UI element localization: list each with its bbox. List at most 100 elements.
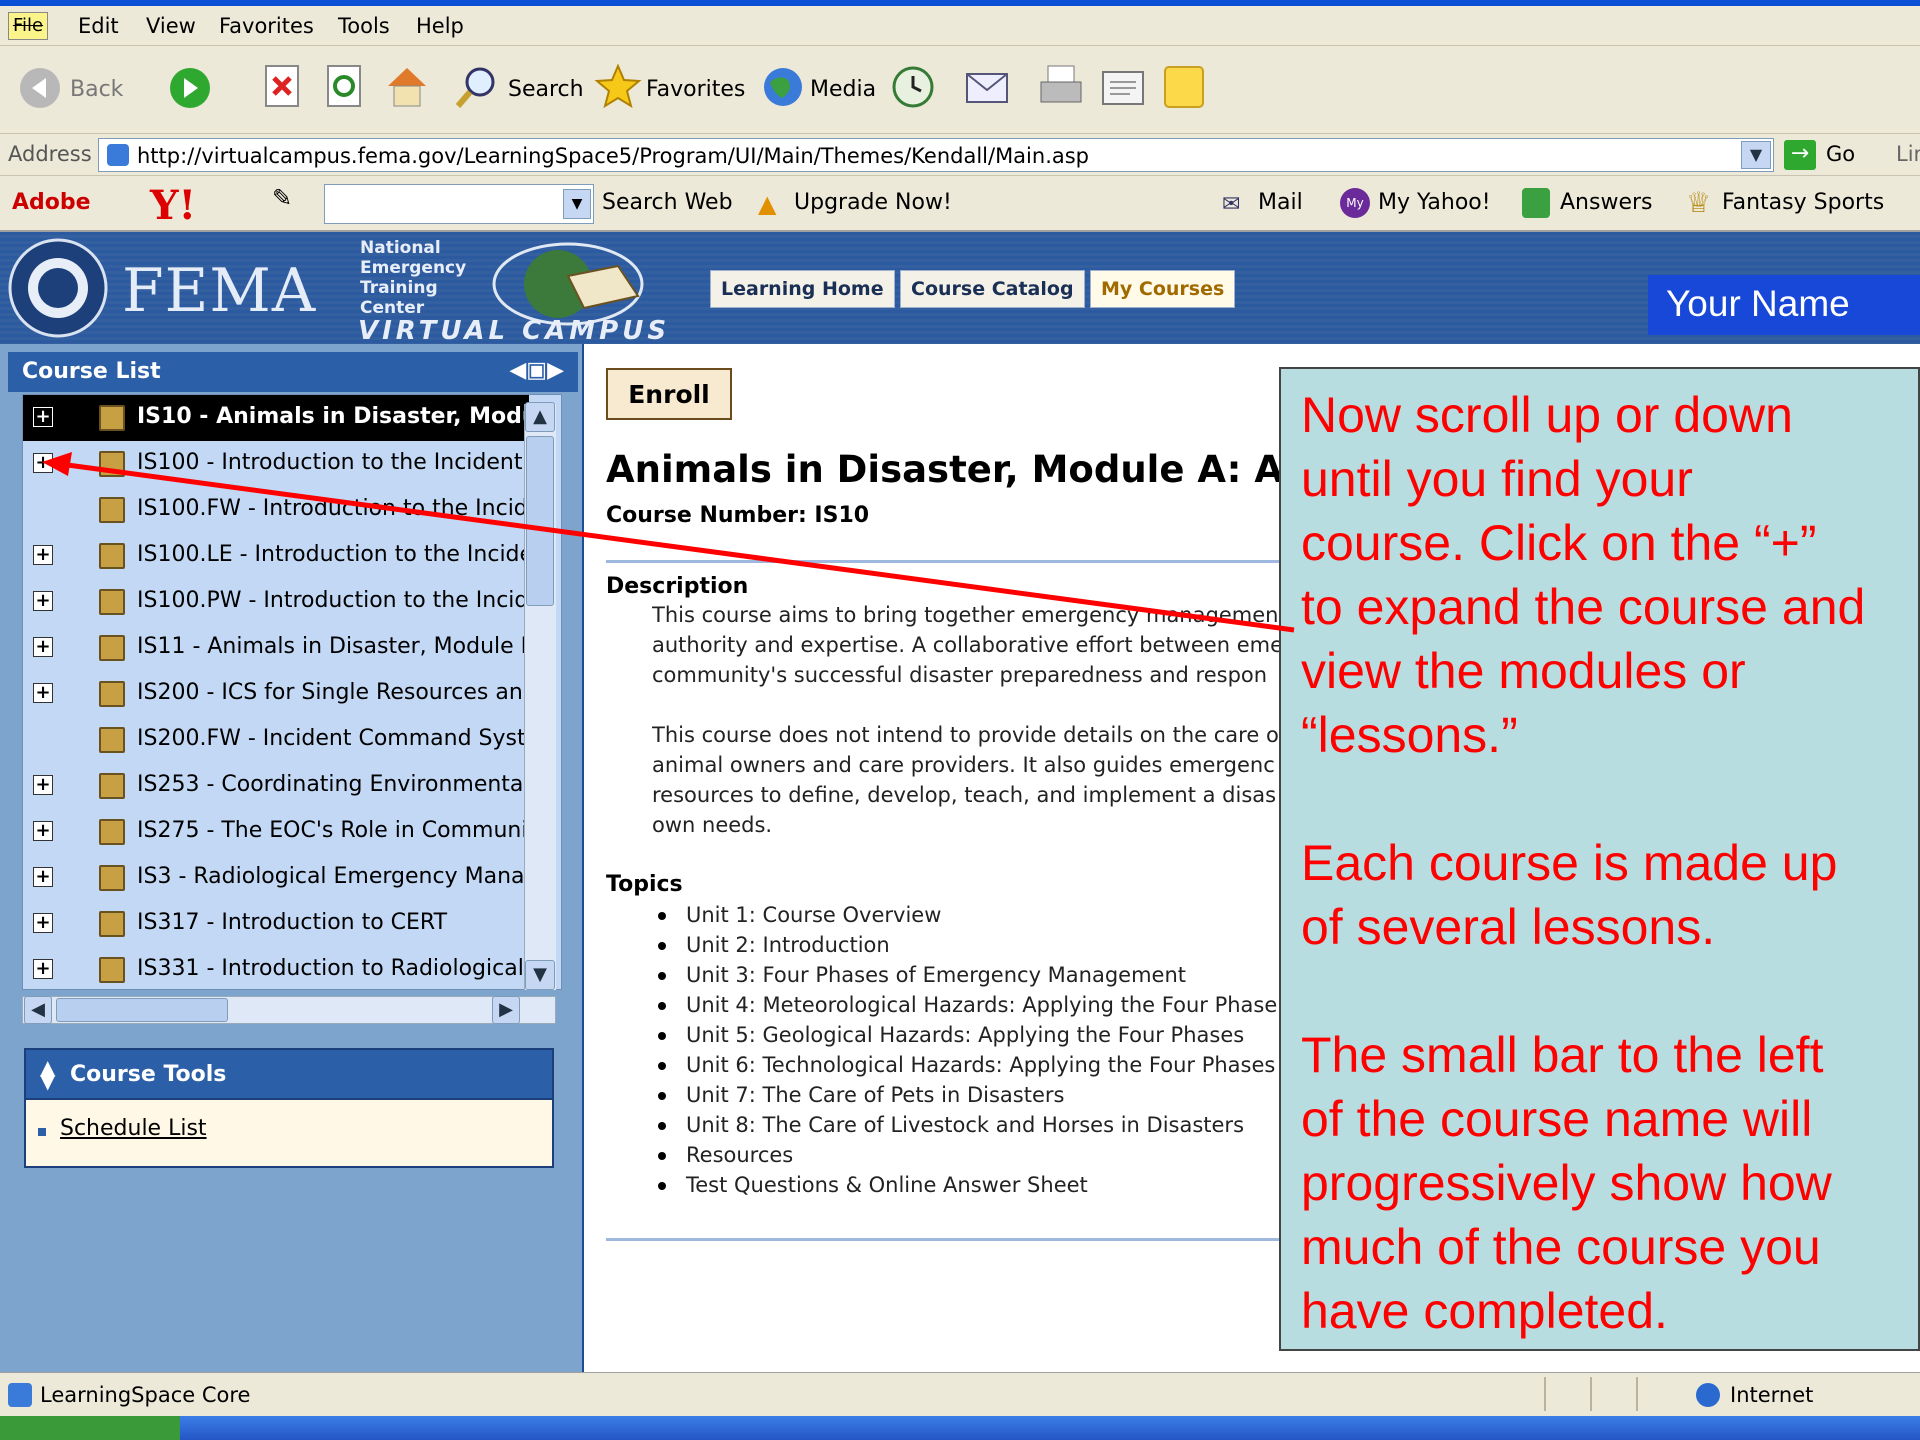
scroll-right-icon[interactable]: ▶ — [492, 996, 520, 1024]
answers-button[interactable]: Answers — [1560, 190, 1653, 215]
course-label[interactable]: IS11 - Animals in Disaster, Module B — [137, 634, 529, 659]
stop-icon[interactable] — [264, 64, 302, 110]
menu-tools[interactable]: Tools — [338, 14, 390, 38]
course-row[interactable]: + IS317 - Introduction to CERT — [23, 901, 529, 947]
topic-item: Resources — [652, 1140, 1277, 1170]
menu-view[interactable]: View — [146, 14, 196, 38]
scroll-down-icon[interactable]: ▼ — [525, 960, 555, 990]
expand-plus-icon[interactable]: + — [33, 683, 53, 703]
course-label[interactable]: IS331 - Introduction to Radiological E — [137, 956, 529, 981]
enroll-button[interactable]: Enroll — [606, 368, 732, 420]
media-globe-icon[interactable] — [760, 64, 806, 110]
course-label[interactable]: IS100.LE - Introduction to the Inciden — [137, 542, 529, 567]
expand-plus-icon[interactable]: + — [33, 591, 53, 611]
expand-plus-icon[interactable]: + — [33, 545, 53, 565]
expand-plus-icon[interactable]: + — [33, 453, 53, 473]
course-row[interactable]: + IS11 - Animals in Disaster, Module B — [23, 625, 529, 671]
taskbar — [0, 1416, 1920, 1440]
course-tools-header[interactable]: ▲ ▼ Course Tools — [24, 1048, 554, 1100]
expand-plus-icon[interactable]: + — [33, 959, 53, 979]
favorites-button-label[interactable]: Favorites — [646, 77, 745, 102]
course-label[interactable]: IS200 - ICS for Single Resources and — [137, 680, 529, 705]
menu-help[interactable]: Help — [416, 14, 464, 38]
start-button[interactable] — [0, 1416, 180, 1440]
scroll-left-icon[interactable]: ◀ — [24, 996, 52, 1024]
course-row[interactable]: IS100.FW - Introduction to the Incider — [23, 487, 529, 533]
vertical-scroll-thumb[interactable] — [526, 436, 554, 606]
adobe-button[interactable]: Adobe — [12, 190, 91, 215]
callout-line: view the modules or — [1301, 643, 1746, 699]
yahoo-dropdown-icon[interactable]: ▼ — [563, 189, 591, 219]
favorites-star-icon[interactable] — [594, 62, 642, 110]
course-row[interactable]: IS200.FW - Incident Command Syste — [23, 717, 529, 763]
yahoo-search-input[interactable]: ▼ — [324, 184, 594, 224]
course-row[interactable]: + IS10 - Animals in Disaster, Module A — [23, 395, 529, 441]
history-icon[interactable] — [890, 64, 936, 110]
expand-plus-icon[interactable]: + — [33, 913, 53, 933]
menu-favorites[interactable]: Favorites — [219, 14, 314, 38]
yahoo-toolbar: Adobe Y! ✎ ▼ Search Web ▲ Upgrade Now! ✉… — [0, 176, 1920, 232]
course-row[interactable]: + IS331 - Introduction to Radiological E — [23, 947, 529, 989]
yahoo-logo[interactable]: Y! — [150, 182, 196, 229]
print-icon[interactable] — [1038, 62, 1084, 110]
course-row[interactable]: + IS100 - Introduction to the Incident Co — [23, 441, 529, 487]
menu-file[interactable]: File — [8, 12, 48, 40]
home-icon[interactable] — [384, 62, 430, 110]
tab-learning-home[interactable]: Learning Home — [710, 270, 895, 308]
course-row[interactable]: + IS100.PW - Introduction to the Incider — [23, 579, 529, 625]
refresh-icon[interactable] — [326, 64, 364, 110]
expand-plus-icon[interactable]: + — [33, 821, 53, 841]
search-button-label[interactable]: Search — [508, 77, 584, 102]
topic-item: Unit 7: The Care of Pets in Disasters — [652, 1080, 1277, 1110]
expand-plus-icon[interactable]: + — [33, 775, 53, 795]
your-name-badge: Your Name — [1648, 275, 1920, 335]
expand-plus-icon[interactable]: + — [33, 407, 53, 427]
sticky-note-icon[interactable] — [1162, 64, 1208, 110]
upgrade-now-button[interactable]: Upgrade Now! — [794, 190, 952, 215]
mail-button[interactable]: Mail — [1258, 190, 1303, 215]
address-input[interactable]: http://virtualcampus.fema.gov/LearningSp… — [98, 138, 1774, 172]
topic-item: Unit 2: Introduction — [652, 930, 1277, 960]
back-button-label[interactable]: Back — [70, 77, 123, 102]
search-web-button[interactable]: Search Web — [602, 190, 733, 215]
course-row[interactable]: + IS3 - Radiological Emergency Manag — [23, 855, 529, 901]
menu-edit[interactable]: Edit — [78, 14, 119, 38]
course-label[interactable]: IS10 - Animals in Disaster, Module A — [137, 404, 529, 429]
expand-plus-icon[interactable]: + — [33, 637, 53, 657]
status-divider — [1590, 1377, 1592, 1411]
course-book-icon — [99, 865, 125, 891]
course-row[interactable]: + IS100.LE - Introduction to the Inciden — [23, 533, 529, 579]
scroll-up-icon[interactable]: ▲ — [525, 402, 555, 432]
tab-course-catalog[interactable]: Course Catalog — [900, 270, 1085, 308]
mail-envelope-icon[interactable] — [964, 64, 1010, 108]
my-yahoo-button[interactable]: My Yahoo! — [1378, 190, 1491, 215]
course-label[interactable]: IS253 - Coordinating Environmental a — [137, 772, 529, 797]
course-label[interactable]: IS275 - The EOC's Role in Communi — [137, 818, 528, 843]
schedule-list-link[interactable]: Schedule List — [60, 1116, 207, 1141]
expand-plus-icon[interactable]: + — [33, 867, 53, 887]
tab-my-courses[interactable]: My Courses — [1090, 270, 1236, 308]
toggle-tools-icon[interactable]: ▲ ▼ — [40, 1057, 55, 1091]
edit-page-icon[interactable] — [1100, 66, 1146, 110]
course-label[interactable]: IS100.PW - Introduction to the Incider — [137, 588, 529, 613]
links-label[interactable]: Lin — [1896, 142, 1920, 166]
course-label[interactable]: IS200.FW - Incident Command Syste — [137, 726, 529, 751]
search-icon[interactable] — [454, 64, 500, 110]
course-label[interactable]: IS317 - Introduction to CERT — [137, 910, 447, 935]
fantasy-sports-button[interactable]: Fantasy Sports — [1722, 190, 1884, 215]
course-label[interactable]: IS100 - Introduction to the Incident Co — [137, 450, 529, 475]
go-arrow-icon[interactable]: → — [1784, 140, 1816, 170]
course-row[interactable]: + IS200 - ICS for Single Resources and — [23, 671, 529, 717]
forward-arrow-icon[interactable] — [168, 66, 212, 110]
address-dropdown-icon[interactable]: ▼ — [1741, 141, 1771, 169]
course-label[interactable]: IS3 - Radiological Emergency Manag — [137, 864, 529, 889]
media-button-label[interactable]: Media — [810, 77, 876, 102]
course-label[interactable]: IS100.FW - Introduction to the Incider — [137, 496, 529, 521]
course-row[interactable]: + IS275 - The EOC's Role in Communi — [23, 809, 529, 855]
collapse-panel-icon[interactable]: ◀▣▶ — [509, 358, 564, 383]
horizontal-scroll-thumb[interactable] — [56, 998, 228, 1022]
pencil-icon[interactable]: ✎ — [272, 184, 292, 212]
course-row[interactable]: + IS253 - Coordinating Environmental a — [23, 763, 529, 809]
go-button-label[interactable]: Go — [1826, 142, 1855, 166]
back-arrow-icon[interactable] — [18, 66, 62, 110]
